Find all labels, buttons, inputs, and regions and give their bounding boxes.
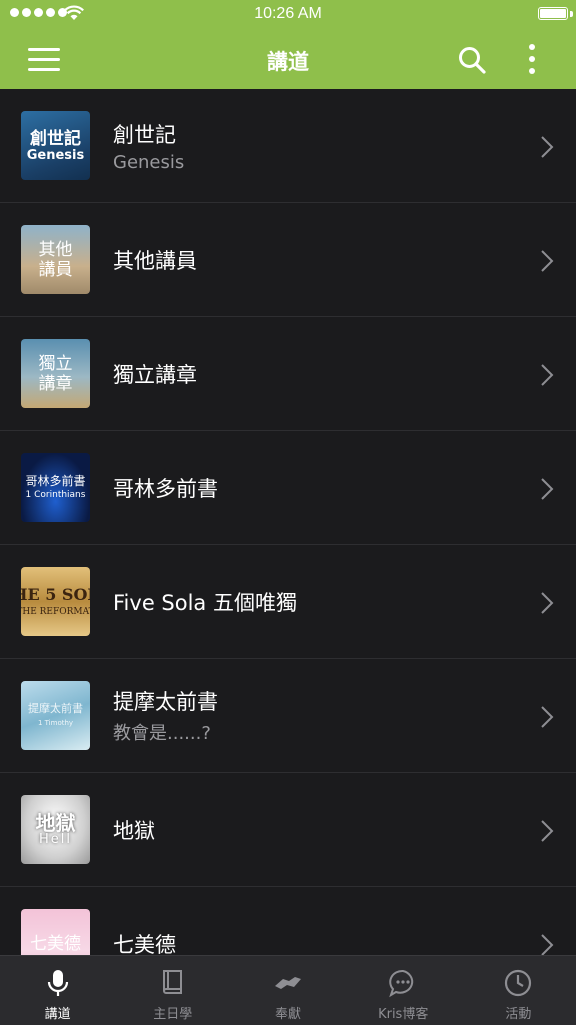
chevron-right-icon [541,706,554,728]
status-bar: 10:26 AM [0,0,576,30]
list-item[interactable]: 哥林多前書 1 Corinthians 哥林多前書 [0,431,576,545]
list-item[interactable]: 創世記 Genesis 創世記 Genesis [0,89,576,203]
list-item[interactable]: 提摩太前書 1 Timothy 提摩太前書 教會是......? [0,659,576,773]
vertical-dots-icon [529,44,535,50]
series-thumbnail: 獨立 講章 [21,339,90,408]
tab-bar: 講道 主日學 奉獻 Kris博客 活動 [0,955,576,1025]
list-item[interactable]: 獨立 講章 獨立講章 [0,317,576,431]
tab-offering[interactable]: 奉獻 [230,956,345,1025]
item-title: 提摩太前書 [113,690,218,714]
sermon-series-list: 創世記 Genesis 創世記 Genesis 其他 講員 其他講員 獨立 講章… [0,89,576,955]
series-thumbnail: 其他 講員 [21,225,90,294]
search-icon[interactable] [457,45,487,75]
item-title: 其他講員 [113,248,197,273]
tab-sermons[interactable]: 講道 [0,956,115,1025]
microphone-icon [47,970,68,996]
chevron-right-icon [541,364,554,386]
chevron-right-icon [541,136,554,158]
item-title: 七美德 [113,932,176,956]
list-item[interactable]: 其他 講員 其他講員 [0,203,576,317]
list-item[interactable]: 七美德 七美德 [0,887,576,955]
status-time: 10:26 AM [254,5,322,22]
item-title: 創世記 [113,122,176,147]
nav-bar: 講道 [0,30,576,89]
series-thumbnail: 提摩太前書 1 Timothy [21,681,90,750]
page-title: 講道 [267,50,309,74]
book-icon [162,970,182,994]
item-title: 哥林多前書 [113,476,218,501]
tab-label: 活動 [505,1007,532,1022]
item-subtitle: 教會是......? [113,723,211,744]
item-title: 地獄 [113,818,155,843]
tab-label: 主日學 [153,1007,193,1022]
tab-blog[interactable]: Kris博客 [346,956,461,1025]
battery-icon [538,7,568,20]
chat-bubble-icon [389,969,414,998]
tab-label: Kris博客 [378,1007,429,1022]
chevron-right-icon [541,478,554,500]
list-item[interactable]: 地獄 Hell 地獄 [0,773,576,887]
more-options-button[interactable] [522,44,542,76]
clock-icon [505,969,532,997]
series-thumbnail: 地獄 Hell [21,795,90,864]
list-item[interactable]: HE 5 SOL THE REFORMAT Five Sola 五個唯獨 [0,545,576,659]
tab-label: 講道 [44,1007,71,1022]
item-title: Five Sola 五個唯獨 [113,590,297,615]
item-subtitle: Genesis [113,151,185,173]
series-thumbnail: 創世記 Genesis [21,111,90,180]
series-thumbnail: 七美德 [21,909,90,955]
item-title: 獨立講章 [113,362,197,387]
tab-label: 奉獻 [275,1007,302,1022]
chevron-right-icon [541,820,554,842]
handshake-icon [275,977,301,989]
tab-sunday-school[interactable]: 主日學 [115,956,230,1025]
tab-events[interactable]: 活動 [461,956,576,1025]
series-thumbnail: HE 5 SOL THE REFORMAT [21,567,90,636]
chevron-right-icon [541,934,554,955]
chevron-right-icon [541,592,554,614]
series-thumbnail: 哥林多前書 1 Corinthians [21,453,90,522]
chevron-right-icon [541,250,554,272]
